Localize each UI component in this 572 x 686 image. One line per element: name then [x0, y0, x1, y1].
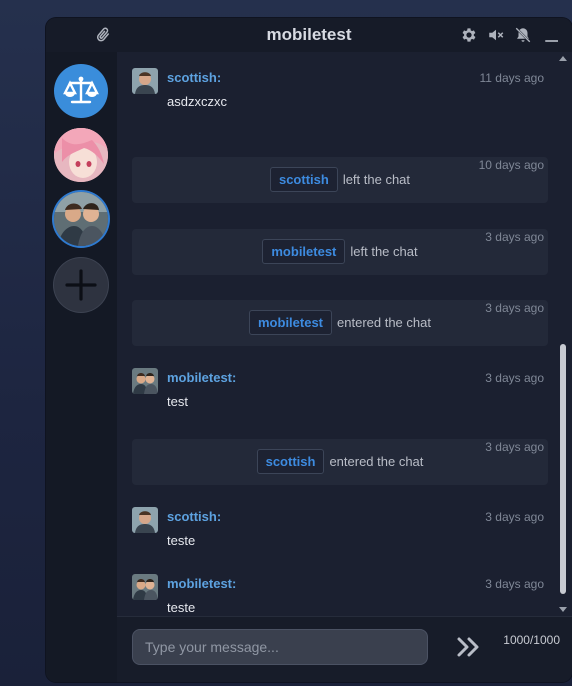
message-author[interactable]: scottish: [167, 70, 221, 85]
user-tag[interactable]: scottish [256, 449, 325, 474]
user-tag[interactable]: scottish [269, 167, 338, 192]
volume-mute-icon[interactable] [487, 26, 505, 44]
chat-event: 10 days ago scottish left the chat [132, 157, 548, 203]
sidebar-item-justice[interactable] [54, 64, 108, 118]
scrollbar-thumb[interactable] [560, 344, 566, 594]
message-list[interactable]: scottish: 11 days ago asdzxczxc 10 days … [117, 52, 572, 616]
event-action: entered the chat [337, 315, 431, 330]
avatar-two-men-image [54, 192, 108, 246]
scrollbar[interactable] [558, 56, 567, 612]
user-tag[interactable]: mobiletest [249, 310, 333, 335]
event-action: left the chat [342, 172, 411, 187]
chat-sidebar [46, 52, 117, 682]
add-chat-button[interactable] [54, 258, 108, 312]
message-text: test [167, 394, 188, 409]
message-text: teste [167, 600, 196, 615]
avatar-anime-image [54, 128, 108, 182]
user-avatar[interactable] [132, 507, 158, 533]
message-author[interactable]: scottish: [167, 509, 221, 524]
user-avatar[interactable] [132, 574, 158, 600]
character-counter: 1000/1000 [503, 633, 560, 647]
scroll-up-arrow[interactable] [559, 56, 567, 61]
chat-event: 3 days ago mobiletest left the chat [132, 229, 548, 275]
message-time: 3 days ago [485, 510, 544, 524]
send-button[interactable] [456, 635, 482, 659]
event-action: left the chat [350, 244, 418, 259]
user-tag[interactable]: mobiletest [262, 239, 346, 264]
bell-off-icon[interactable] [514, 26, 532, 44]
sidebar-item-two-men[interactable] [54, 192, 108, 246]
gear-icon[interactable] [460, 26, 478, 44]
sidebar-item-anime[interactable] [54, 128, 108, 182]
message-time: 3 days ago [485, 371, 544, 385]
chat-event: 3 days ago scottish entered the chat [132, 439, 548, 485]
message-author[interactable]: mobiletest: [167, 370, 236, 385]
message-author[interactable]: mobiletest: [167, 576, 236, 591]
event-action: entered the chat [329, 454, 424, 469]
message-composer: 1000/1000 [117, 616, 572, 682]
add-icon [65, 269, 97, 301]
message-time: 3 days ago [485, 577, 544, 591]
title-bar: mobiletest [46, 18, 572, 52]
message-input[interactable] [132, 629, 428, 665]
justice-scale-icon [63, 76, 99, 104]
message-text: teste [167, 533, 196, 548]
message-time: 11 days ago [479, 71, 545, 85]
minimize-icon[interactable] [543, 26, 561, 44]
chat-event: 3 days ago mobiletest entered the chat [132, 300, 548, 346]
scroll-down-arrow[interactable] [559, 607, 567, 612]
user-avatar[interactable] [132, 368, 158, 394]
message-text: asdzxczxc [167, 94, 227, 109]
user-avatar[interactable] [132, 68, 158, 94]
chat-window: mobiletest scottish: 11 days ago asdzxcz… [46, 18, 572, 682]
double-chevron-right-icon [457, 637, 479, 657]
